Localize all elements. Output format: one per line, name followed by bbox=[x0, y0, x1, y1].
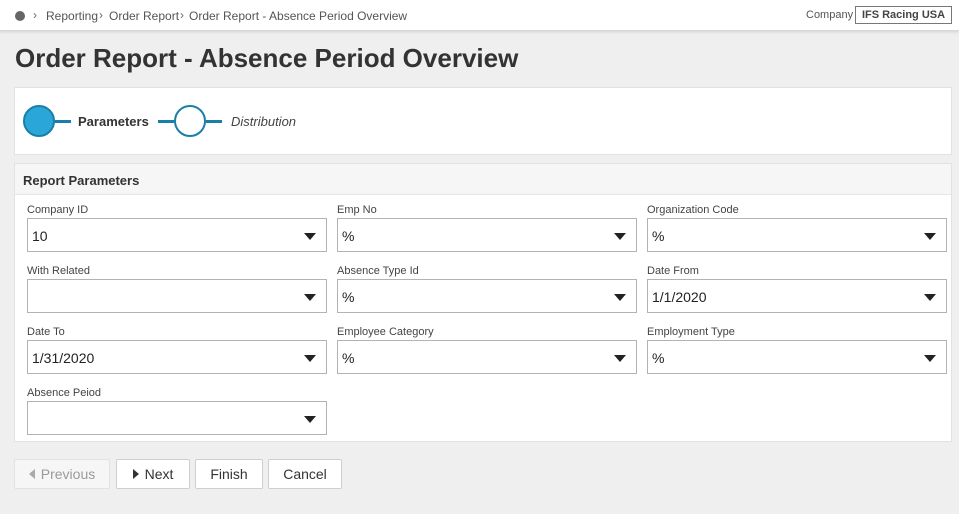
page-title: Order Report - Absence Period Overview bbox=[15, 43, 519, 73]
employment-type-value: % bbox=[652, 350, 665, 366]
wizard-stepper: Parameters Distribution bbox=[14, 87, 952, 155]
report-parameters-title: Report Parameters bbox=[23, 173, 140, 188]
date-from-value: 1/1/2020 bbox=[652, 289, 707, 305]
caret-left-icon bbox=[28, 468, 35, 479]
employment-type-label: Employment Type bbox=[647, 326, 735, 338]
finish-button-label: Finish bbox=[210, 466, 248, 482]
date-to-field[interactable]: 1/31/2020 bbox=[27, 340, 327, 374]
emp-no-value: % bbox=[342, 228, 355, 244]
breadcrumb-item-order-report[interactable]: Order Report bbox=[109, 9, 179, 23]
employment-type-field[interactable]: % bbox=[647, 340, 947, 374]
report-parameters-panel: Report Parameters Company ID 10 Emp No %… bbox=[14, 163, 952, 442]
dropdown-caret-icon[interactable] bbox=[614, 233, 626, 240]
with-related-label: With Related bbox=[27, 265, 90, 277]
dropdown-caret-icon[interactable] bbox=[304, 355, 316, 362]
cancel-button-label: Cancel bbox=[283, 466, 327, 482]
company-id-field[interactable]: 10 bbox=[27, 218, 327, 252]
step-connector bbox=[206, 120, 222, 123]
company-selector[interactable]: IFS Racing USA bbox=[855, 6, 952, 24]
company-id-label: Company ID bbox=[27, 204, 89, 216]
step-connector bbox=[158, 120, 174, 123]
dropdown-caret-icon[interactable] bbox=[304, 416, 316, 423]
step-connector bbox=[55, 120, 71, 123]
absence-period-field[interactable] bbox=[27, 401, 327, 435]
employee-category-value: % bbox=[342, 350, 355, 366]
emp-no-label: Emp No bbox=[337, 204, 377, 216]
organization-code-label: Organization Code bbox=[647, 204, 739, 216]
next-button[interactable]: Next bbox=[116, 459, 190, 489]
company-id-value: 10 bbox=[32, 228, 48, 244]
dropdown-caret-icon[interactable] bbox=[924, 355, 936, 362]
caret-right-icon bbox=[132, 468, 139, 479]
date-to-label: Date To bbox=[27, 326, 65, 338]
previous-button[interactable]: Previous bbox=[14, 459, 110, 489]
report-parameters-header: Report Parameters bbox=[15, 164, 951, 195]
top-bar: › Reporting › Order Report › Order Repor… bbox=[0, 0, 959, 31]
absence-period-label: Absence Peiod bbox=[27, 387, 101, 399]
next-button-label: Next bbox=[144, 466, 174, 482]
step-distribution-circle-icon[interactable] bbox=[174, 105, 206, 137]
with-related-field[interactable] bbox=[27, 279, 327, 313]
date-from-label: Date From bbox=[647, 265, 699, 277]
employee-category-field[interactable]: % bbox=[337, 340, 637, 374]
dropdown-caret-icon[interactable] bbox=[304, 233, 316, 240]
dropdown-caret-icon[interactable] bbox=[614, 355, 626, 362]
step-distribution-label[interactable]: Distribution bbox=[231, 114, 296, 129]
step-parameters-label[interactable]: Parameters bbox=[78, 114, 149, 129]
absence-type-id-field[interactable]: % bbox=[337, 279, 637, 313]
date-from-field[interactable]: 1/1/2020 bbox=[647, 279, 947, 313]
chevron-right-icon: › bbox=[99, 8, 103, 22]
chevron-right-icon: › bbox=[33, 8, 37, 22]
dropdown-caret-icon[interactable] bbox=[924, 294, 936, 301]
chevron-right-icon: › bbox=[180, 8, 184, 22]
company-label: Company bbox=[806, 9, 854, 21]
breadcrumb-item-reporting[interactable]: Reporting bbox=[46, 9, 98, 23]
date-to-value: 1/31/2020 bbox=[32, 350, 95, 366]
step-parameters-circle-icon[interactable] bbox=[23, 105, 55, 137]
dropdown-caret-icon[interactable] bbox=[614, 294, 626, 301]
finish-button[interactable]: Finish bbox=[195, 459, 263, 489]
employee-category-label: Employee Category bbox=[337, 326, 434, 338]
home-icon[interactable] bbox=[15, 11, 25, 21]
absence-type-id-label: Absence Type Id bbox=[337, 265, 419, 277]
breadcrumb-item-current: Order Report - Absence Period Overview bbox=[189, 9, 408, 23]
organization-code-field[interactable]: % bbox=[647, 218, 947, 252]
emp-no-field[interactable]: % bbox=[337, 218, 637, 252]
organization-code-value: % bbox=[652, 228, 665, 244]
dropdown-caret-icon[interactable] bbox=[924, 233, 936, 240]
dropdown-caret-icon[interactable] bbox=[304, 294, 316, 301]
cancel-button[interactable]: Cancel bbox=[268, 459, 342, 489]
previous-button-label: Previous bbox=[40, 466, 96, 482]
absence-type-id-value: % bbox=[342, 289, 355, 305]
